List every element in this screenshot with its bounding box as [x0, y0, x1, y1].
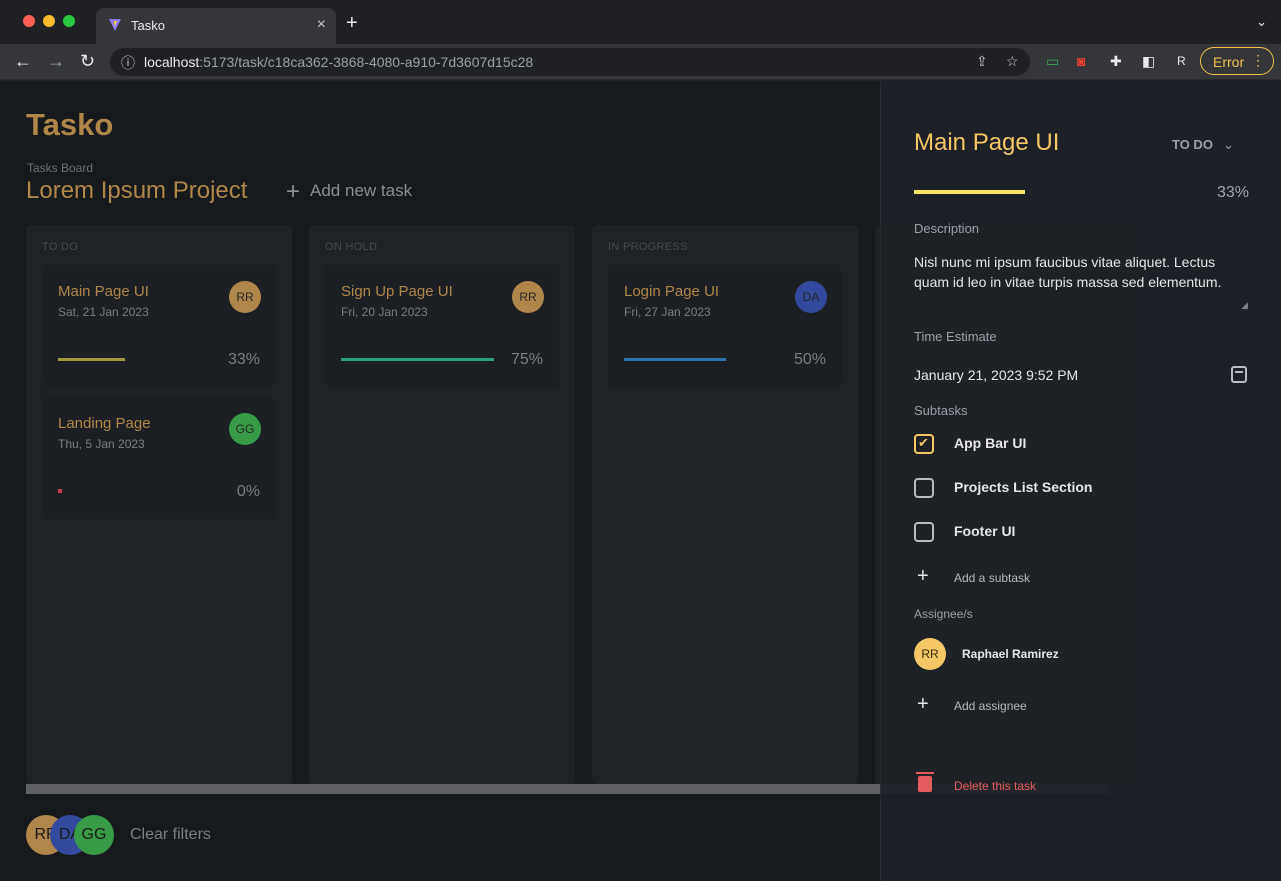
task-progress-bar: [914, 190, 1224, 194]
delete-task-button[interactable]: Delete this task: [954, 779, 1036, 793]
browser-tab[interactable]: Tasko ×: [96, 8, 336, 44]
back-arrow-icon[interactable]: ←: [14, 51, 32, 71]
assignees-label: Assignee/s: [914, 607, 973, 621]
sidebar-icon[interactable]: ◧: [1142, 52, 1155, 70]
task-progress-label: 33%: [1217, 184, 1250, 201]
plus-icon: +: [917, 565, 929, 587]
extension-red-icon[interactable]: ◙: [1077, 52, 1085, 70]
maximize-window-button[interactable]: [63, 15, 75, 27]
profile-avatar[interactable]: R: [1177, 52, 1186, 70]
subtask-label: App Bar UI: [954, 435, 1027, 451]
subtasks-label: Subtasks: [914, 403, 968, 418]
status-dropdown[interactable]: TO DO ⌄: [1172, 137, 1234, 153]
close-window-button[interactable]: [23, 15, 35, 27]
calendar-icon[interactable]: [1231, 366, 1247, 383]
url-text[interactable]: localhost:5173/task/c18ca362-3868-4080-a…: [144, 54, 533, 70]
progress-fill: [914, 190, 1025, 194]
time-estimate-label: Time Estimate: [914, 329, 997, 344]
subtask-label: Projects List Section: [954, 479, 1093, 495]
drawer-backdrop[interactable]: [0, 81, 880, 881]
app-root: Tasko Tasks Board Lorem Ipsum Project + A…: [0, 81, 1281, 881]
error-button[interactable]: Error ⋮: [1200, 47, 1274, 75]
puzzle-icon[interactable]: ✚: [1110, 52, 1122, 70]
checkbox[interactable]: [914, 522, 934, 542]
chevron-down-icon: ⌄: [1222, 137, 1234, 152]
task-detail-drawer: Main Page UI TO DO ⌄ 33% Description Nisl…: [880, 81, 1281, 881]
avatar: RR: [914, 638, 946, 670]
description-textarea[interactable]: Nisl nunc mi ipsum faucibus vitae alique…: [914, 252, 1254, 292]
trash-icon[interactable]: [916, 772, 934, 792]
browser-tab-strip: Tasko × + ⌄: [0, 0, 1281, 44]
subtask-label: Footer UI: [954, 523, 1016, 539]
address-bar[interactable]: ⓘ localhost:5173/task/c18ca362-3868-4080…: [110, 48, 1030, 76]
minimize-window-button[interactable]: [43, 15, 55, 27]
tab-search-chevron-icon[interactable]: ⌄: [1256, 14, 1267, 30]
share-icon[interactable]: ⇪: [976, 53, 988, 70]
checkbox-checked[interactable]: [914, 434, 934, 454]
browser-toolbar: ← → ↻ ⓘ localhost:5173/task/c18ca362-386…: [0, 44, 1281, 80]
star-icon[interactable]: ☆: [1006, 53, 1019, 70]
tab-title: Tasko: [131, 18, 165, 33]
plus-icon: +: [917, 693, 929, 715]
info-icon[interactable]: ⓘ: [121, 53, 135, 73]
checkbox[interactable]: [914, 478, 934, 498]
assignee-name: Raphael Ramirez: [962, 647, 1059, 661]
kebab-menu-icon: ⋮: [1251, 52, 1265, 68]
tab-close-icon[interactable]: ×: [317, 16, 326, 34]
drawer-task-title[interactable]: Main Page UI: [914, 129, 1059, 157]
reload-icon[interactable]: ↻: [80, 51, 95, 71]
description-label: Description: [914, 221, 980, 236]
extension-icon[interactable]: ▭: [1046, 52, 1059, 70]
vite-favicon-icon: [109, 19, 121, 31]
time-estimate-field[interactable]: January 21, 2023 9:52 PM: [914, 367, 1078, 383]
forward-arrow-icon[interactable]: →: [47, 51, 65, 71]
new-tab-button[interactable]: +: [346, 13, 358, 33]
resize-handle-icon[interactable]: ◢: [1241, 300, 1248, 311]
